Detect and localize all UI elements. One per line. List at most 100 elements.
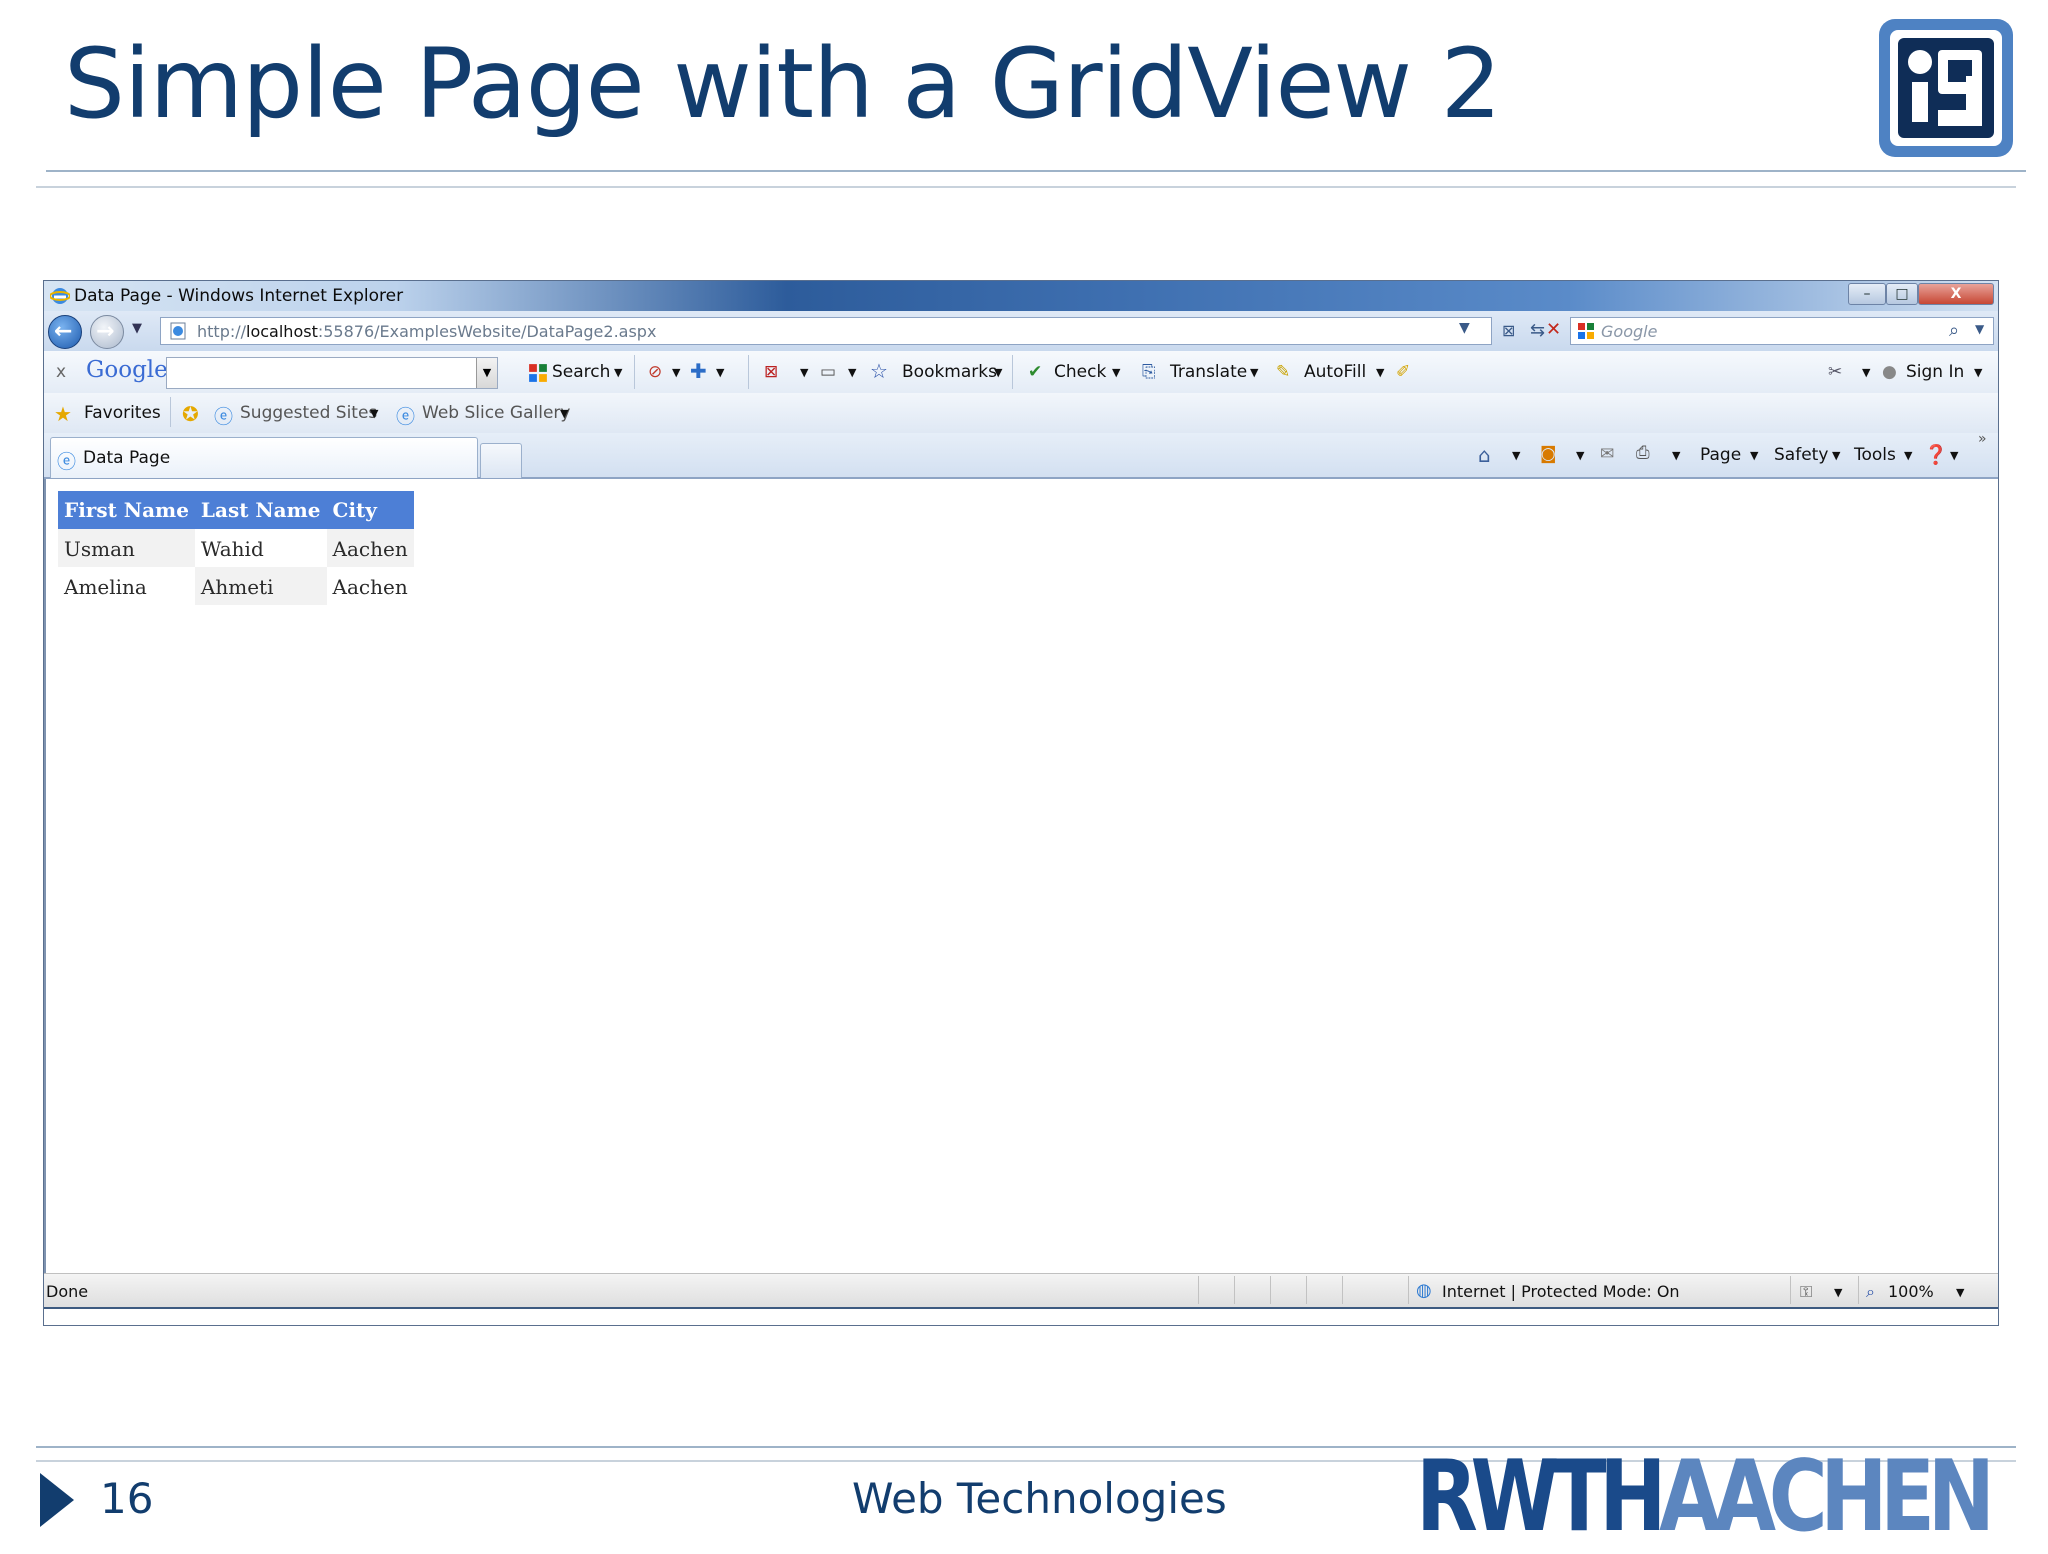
settings-wrench-icon[interactable]: ✂ xyxy=(1828,362,1842,382)
status-text: Done xyxy=(46,1282,89,1301)
zoom-level[interactable]: 100% xyxy=(1888,1282,1934,1301)
search-input[interactable]: Google ⌕ ▼ xyxy=(1570,317,1994,345)
spellcheck-icon: ✔ xyxy=(1028,362,1043,382)
translate-chevron-down-icon[interactable]: ▼ xyxy=(1250,366,1258,379)
add-chevron-down-icon[interactable]: ▼ xyxy=(716,366,724,379)
gridview-header-row: First Name Last Name City xyxy=(58,491,414,529)
pagerank-icon[interactable]: ⊘ xyxy=(648,362,662,382)
page-number: 16 xyxy=(100,1474,154,1523)
pagerank-chevron-down-icon[interactable]: ▼ xyxy=(672,366,680,379)
favorites-bar: ★ Favorites ✪ ⓔ Suggested Sites ▼ ⓔ Web … xyxy=(44,393,1998,434)
help-icon[interactable]: ❓ xyxy=(1924,443,1948,466)
search-chevron-down-icon[interactable]: ▼ xyxy=(614,366,622,379)
sign-in-button[interactable]: Sign In xyxy=(1906,362,1964,382)
web-slice-ie-icon: ⓔ xyxy=(396,406,416,428)
gridview-table: First Name Last Name City Usman Wahid Aa… xyxy=(58,491,414,605)
forward-button[interactable]: → xyxy=(90,315,124,349)
table-row: Usman Wahid Aachen xyxy=(58,529,414,567)
google-search-button[interactable]: Search xyxy=(552,362,610,382)
print-chevron-down-icon[interactable]: ▼ xyxy=(1672,449,1680,462)
url-text: http://localhost:55876/ExamplesWebsite/D… xyxy=(197,322,657,341)
add-button-plus-icon[interactable]: ✚ xyxy=(690,359,707,383)
tools-menu-chevron-down-icon[interactable]: ▼ xyxy=(1904,449,1912,462)
forward-arrow-icon: → xyxy=(96,319,115,344)
popup-blocker-icon[interactable]: ⊠ xyxy=(764,362,778,382)
url-dropdown-chevron-down-icon[interactable]: ▼ xyxy=(1459,320,1470,336)
google-search-field[interactable]: ▼ xyxy=(166,357,498,389)
read-mail-icon[interactable]: ✉ xyxy=(1600,444,1614,464)
settings-chevron-down-icon[interactable]: ▼ xyxy=(1862,366,1870,379)
back-arrow-icon: ← xyxy=(54,319,73,344)
zoom-magnifier-icon: ⌕ xyxy=(1866,1282,1875,1301)
add-to-favorites-icon[interactable]: ✪ xyxy=(182,402,199,426)
page-content: First Name Last Name City Usman Wahid Aa… xyxy=(44,479,1998,1273)
cell-city: Aachen xyxy=(326,529,414,567)
bookmarks-chevron-down-icon[interactable]: ▼ xyxy=(994,366,1002,379)
search-options-chevron-down-icon[interactable]: ▼ xyxy=(1975,322,1984,336)
page-icon xyxy=(170,322,186,340)
web-slice-gallery-link[interactable]: Web Slice Gallery xyxy=(422,403,570,423)
google-logo: Google xyxy=(86,357,168,383)
tab-ie-icon: ⓔ xyxy=(57,451,77,473)
home-icon[interactable]: ⌂ xyxy=(1478,443,1491,467)
refresh-icon[interactable]: ⇆ xyxy=(1530,320,1545,341)
footer-title: Web Technologies xyxy=(852,1474,1227,1523)
check-chevron-down-icon[interactable]: ▼ xyxy=(1112,366,1120,379)
page-menu-chevron-down-icon[interactable]: ▼ xyxy=(1750,449,1758,462)
sign-in-circle-icon: ● xyxy=(1882,362,1897,382)
close-button[interactable]: X xyxy=(1918,283,1994,305)
internet-globe-icon: ◍ xyxy=(1416,1280,1432,1301)
ie-icon xyxy=(50,288,70,304)
tab-data-page[interactable]: ⓔ Data Page xyxy=(50,437,478,478)
zoom-chevron-down-icon[interactable]: ▼ xyxy=(1956,1286,1964,1299)
page-menu[interactable]: Page xyxy=(1700,445,1741,465)
check-button[interactable]: Check xyxy=(1054,362,1106,382)
help-chevron-down-icon[interactable]: ▼ xyxy=(1950,449,1958,462)
highlighter-icon[interactable]: ✐ xyxy=(1396,362,1410,382)
suggested-sites-link[interactable]: Suggested Sites xyxy=(240,403,377,423)
web-slice-chevron-down-icon[interactable]: ▼ xyxy=(560,407,568,420)
print-icon[interactable]: ⎙ xyxy=(1636,443,1650,463)
toolbar-close-icon[interactable]: x xyxy=(56,362,66,382)
search-magnifier-icon[interactable]: ⌕ xyxy=(1949,320,1959,341)
cell-city: Aachen xyxy=(326,567,414,605)
header-city: City xyxy=(326,491,414,529)
maximize-button[interactable]: □ xyxy=(1886,283,1918,305)
protected-mode-lock-icon[interactable]: ⚿ xyxy=(1800,1282,1812,1302)
new-tab-button[interactable] xyxy=(480,443,522,478)
bookmarks-star-icon: ☆ xyxy=(870,359,888,383)
highlight-icon[interactable]: ▭ xyxy=(820,362,836,382)
cell-first-name: Amelina xyxy=(58,567,195,605)
back-button[interactable]: ← xyxy=(48,315,82,349)
feeds-chevron-down-icon[interactable]: ▼ xyxy=(1576,449,1584,462)
feeds-icon[interactable]: ◙ xyxy=(1540,444,1557,464)
popup-chevron-down-icon[interactable]: ▼ xyxy=(800,366,808,379)
recent-pages-chevron-down-icon[interactable]: ▼ xyxy=(132,321,142,336)
i9-logo xyxy=(1879,19,2013,157)
favorites-button[interactable]: Favorites xyxy=(84,403,161,423)
compatibility-view-icon[interactable]: ⊠ xyxy=(1502,321,1515,340)
home-chevron-down-icon[interactable]: ▼ xyxy=(1512,449,1520,462)
sign-in-chevron-down-icon[interactable]: ▼ xyxy=(1974,366,1982,379)
rwth-aachen-logo: RWTHAACHEN xyxy=(1416,1440,1995,1554)
stop-x-icon[interactable]: ✕ xyxy=(1546,319,1561,340)
google-field-dropdown-icon[interactable]: ▼ xyxy=(476,358,497,388)
browser-bottom-edge xyxy=(44,1307,1998,1325)
protected-mode-chevron-down-icon[interactable]: ▼ xyxy=(1834,1286,1842,1299)
safety-menu[interactable]: Safety xyxy=(1774,445,1828,465)
security-zone-text[interactable]: Internet | Protected Mode: On xyxy=(1442,1282,1680,1301)
safety-menu-chevron-down-icon[interactable]: ▼ xyxy=(1832,449,1840,462)
autofill-button[interactable]: AutoFill xyxy=(1304,362,1366,382)
highlight-chevron-down-icon[interactable]: ▼ xyxy=(848,366,856,379)
more-commands-chevron-icon[interactable]: » xyxy=(1978,431,1987,447)
minimize-button[interactable]: – xyxy=(1848,283,1886,305)
autofill-chevron-down-icon[interactable]: ▼ xyxy=(1376,366,1384,379)
browser-window: Data Page - Windows Internet Explorer – … xyxy=(43,280,1999,1326)
suggested-sites-chevron-down-icon[interactable]: ▼ xyxy=(370,407,378,420)
address-bar: ← → ▼ http://localhost:55876/ExamplesWeb… xyxy=(44,311,1998,351)
tools-menu[interactable]: Tools xyxy=(1854,445,1896,465)
translate-button[interactable]: Translate xyxy=(1170,362,1247,382)
url-input[interactable]: http://localhost:55876/ExamplesWebsite/D… xyxy=(160,317,1492,345)
autofill-icon: ✎ xyxy=(1276,362,1291,382)
bookmarks-button[interactable]: Bookmarks xyxy=(902,362,997,382)
